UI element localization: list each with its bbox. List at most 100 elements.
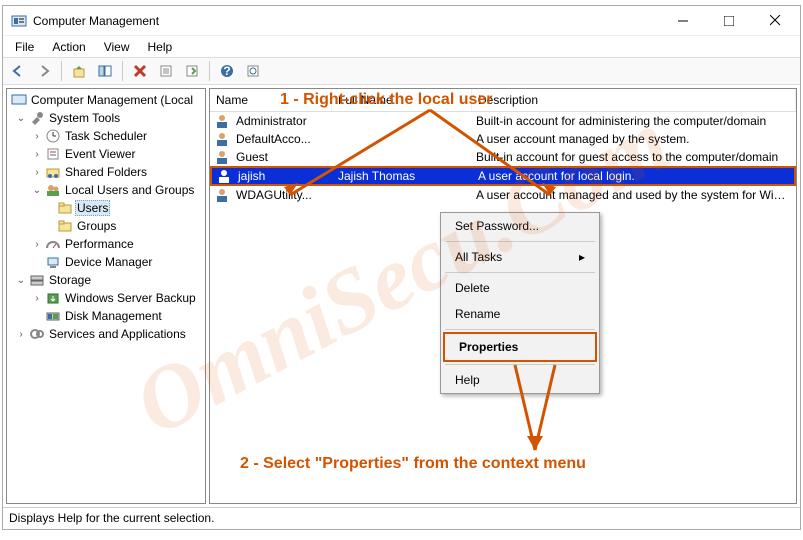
context-menu: Set Password... All Tasks ▸ Delete Rename… <box>440 212 600 394</box>
tree-services-applications[interactable]: › Services and Applications <box>7 325 205 343</box>
list-row[interactable]: AdministratorBuilt-in account for admini… <box>210 112 796 130</box>
submenu-arrow-icon: ▸ <box>579 250 585 264</box>
cell-description: A user account for local login. <box>472 169 794 183</box>
context-all-tasks[interactable]: All Tasks ▸ <box>441 244 599 270</box>
tree-label: Task Scheduler <box>63 129 149 143</box>
tree-event-viewer[interactable]: ›Event Viewer <box>7 145 205 163</box>
tree-system-tools[interactable]: ⌄ System Tools <box>7 109 205 127</box>
tree-root[interactable]: Computer Management (Local <box>7 91 205 109</box>
cell-name: Administrator <box>230 114 330 128</box>
context-properties[interactable]: Properties <box>443 332 597 362</box>
user-icon <box>214 149 230 165</box>
window-title: Computer Management <box>33 14 660 28</box>
expand-icon[interactable]: › <box>31 293 43 304</box>
close-button[interactable] <box>752 7 798 35</box>
list-row[interactable]: jajishJajish ThomasA user account for lo… <box>210 166 796 186</box>
context-label: All Tasks <box>455 250 502 264</box>
context-help[interactable]: Help <box>441 367 599 393</box>
user-icon <box>214 187 230 203</box>
expand-icon[interactable]: › <box>31 239 43 250</box>
cell-fullname: Jajish Thomas <box>332 169 472 183</box>
tree-device-manager[interactable]: Device Manager <box>7 253 205 271</box>
window: Computer Management File Action View Hel… <box>2 5 801 530</box>
tree-storage[interactable]: ⌄Storage <box>7 271 205 289</box>
expand-icon[interactable]: › <box>31 167 43 178</box>
up-button[interactable] <box>68 60 90 82</box>
tools-icon <box>29 110 45 126</box>
tree-label: Shared Folders <box>63 165 149 179</box>
users-icon <box>45 182 61 198</box>
context-rename[interactable]: Rename <box>441 301 599 327</box>
user-icon <box>216 168 232 184</box>
device-icon <box>45 254 61 270</box>
tree-label: Performance <box>63 237 136 251</box>
tree-disk-management[interactable]: Disk Management <box>7 307 205 325</box>
tree-groups[interactable]: Groups <box>7 217 205 235</box>
cell-description: Built-in account for guest access to the… <box>470 150 796 164</box>
storage-icon <box>29 272 45 288</box>
tree-label: Local Users and Groups <box>63 183 196 197</box>
menu-action[interactable]: Action <box>44 38 93 56</box>
menu-bar: File Action View Help <box>3 36 800 57</box>
back-button[interactable] <box>7 60 29 82</box>
expand-icon[interactable]: › <box>31 131 43 142</box>
folder-icon <box>57 218 73 234</box>
annotation-2: 2 - Select "Properties" from the context… <box>240 455 586 473</box>
tree-task-scheduler[interactable]: › Task Scheduler <box>7 127 205 145</box>
list-row[interactable]: Guest Built-in account for guest access t… <box>210 148 796 166</box>
backup-icon <box>45 290 61 306</box>
list-row[interactable]: WDAGUtility... A user account managed and… <box>210 186 796 204</box>
toolbar: ? <box>3 57 800 85</box>
export-list-button[interactable] <box>181 60 203 82</box>
expand-icon[interactable]: › <box>15 329 27 340</box>
maximize-button[interactable] <box>706 7 752 35</box>
help-button[interactable]: ? <box>216 60 238 82</box>
clock-icon <box>45 128 61 144</box>
menu-view[interactable]: View <box>96 38 138 56</box>
tree-windows-server-backup[interactable]: › Windows Server Backup <box>7 289 205 307</box>
tree-local-users-groups[interactable]: ⌄ Local Users and Groups <box>7 181 205 199</box>
refresh-button[interactable] <box>242 60 264 82</box>
context-set-password[interactable]: Set Password... <box>441 213 599 239</box>
tree-label: Services and Applications <box>47 327 188 341</box>
tree-label: Computer Management (Local <box>29 93 195 107</box>
status-bar: Displays Help for the current selection. <box>3 507 800 529</box>
tree-label: Windows Server Backup <box>63 291 198 305</box>
event-icon <box>45 146 61 162</box>
cell-description: A user account managed by the system. <box>470 132 796 146</box>
column-description[interactable]: Description <box>472 89 796 111</box>
cell-name: WDAGUtility... <box>230 188 330 202</box>
context-delete[interactable]: Delete <box>441 275 599 301</box>
list-row[interactable]: DefaultAcco... A user account managed by … <box>210 130 796 148</box>
annotation-1: 1 - Right-click the local user <box>280 91 493 109</box>
delete-button[interactable] <box>129 60 151 82</box>
tree-label: System Tools <box>47 111 122 125</box>
minimize-button[interactable] <box>660 7 706 35</box>
tree-label: Users <box>75 200 110 216</box>
collapse-icon[interactable]: ⌄ <box>15 275 27 286</box>
cell-name: jajish <box>232 169 332 183</box>
menu-help[interactable]: Help <box>140 38 181 56</box>
collapse-icon[interactable]: ⌄ <box>31 185 43 196</box>
expand-icon[interactable]: › <box>31 149 43 160</box>
user-icon <box>214 131 230 147</box>
svg-text:?: ? <box>223 64 230 78</box>
folder-icon <box>57 200 73 216</box>
cell-name: DefaultAcco... <box>230 132 330 146</box>
tree-performance[interactable]: › Performance <box>7 235 205 253</box>
tree-label: Device Manager <box>63 255 154 269</box>
forward-button[interactable] <box>33 60 55 82</box>
tree-panel[interactable]: Computer Management (Local ⌄ System Tools… <box>6 88 206 504</box>
cell-name: Guest <box>230 150 330 164</box>
menu-file[interactable]: File <box>7 38 42 56</box>
show-hide-tree-button[interactable] <box>94 60 116 82</box>
tree-users[interactable]: Users <box>7 199 205 217</box>
computer-icon <box>11 92 27 108</box>
collapse-icon[interactable]: ⌄ <box>15 113 27 124</box>
cell-description: A user account managed and used by the s… <box>470 188 796 202</box>
title-bar: Computer Management <box>3 6 800 36</box>
properties-button[interactable] <box>155 60 177 82</box>
tree-label: Disk Management <box>63 309 164 323</box>
user-icon <box>214 113 230 129</box>
tree-shared-folders[interactable]: › Shared Folders <box>7 163 205 181</box>
